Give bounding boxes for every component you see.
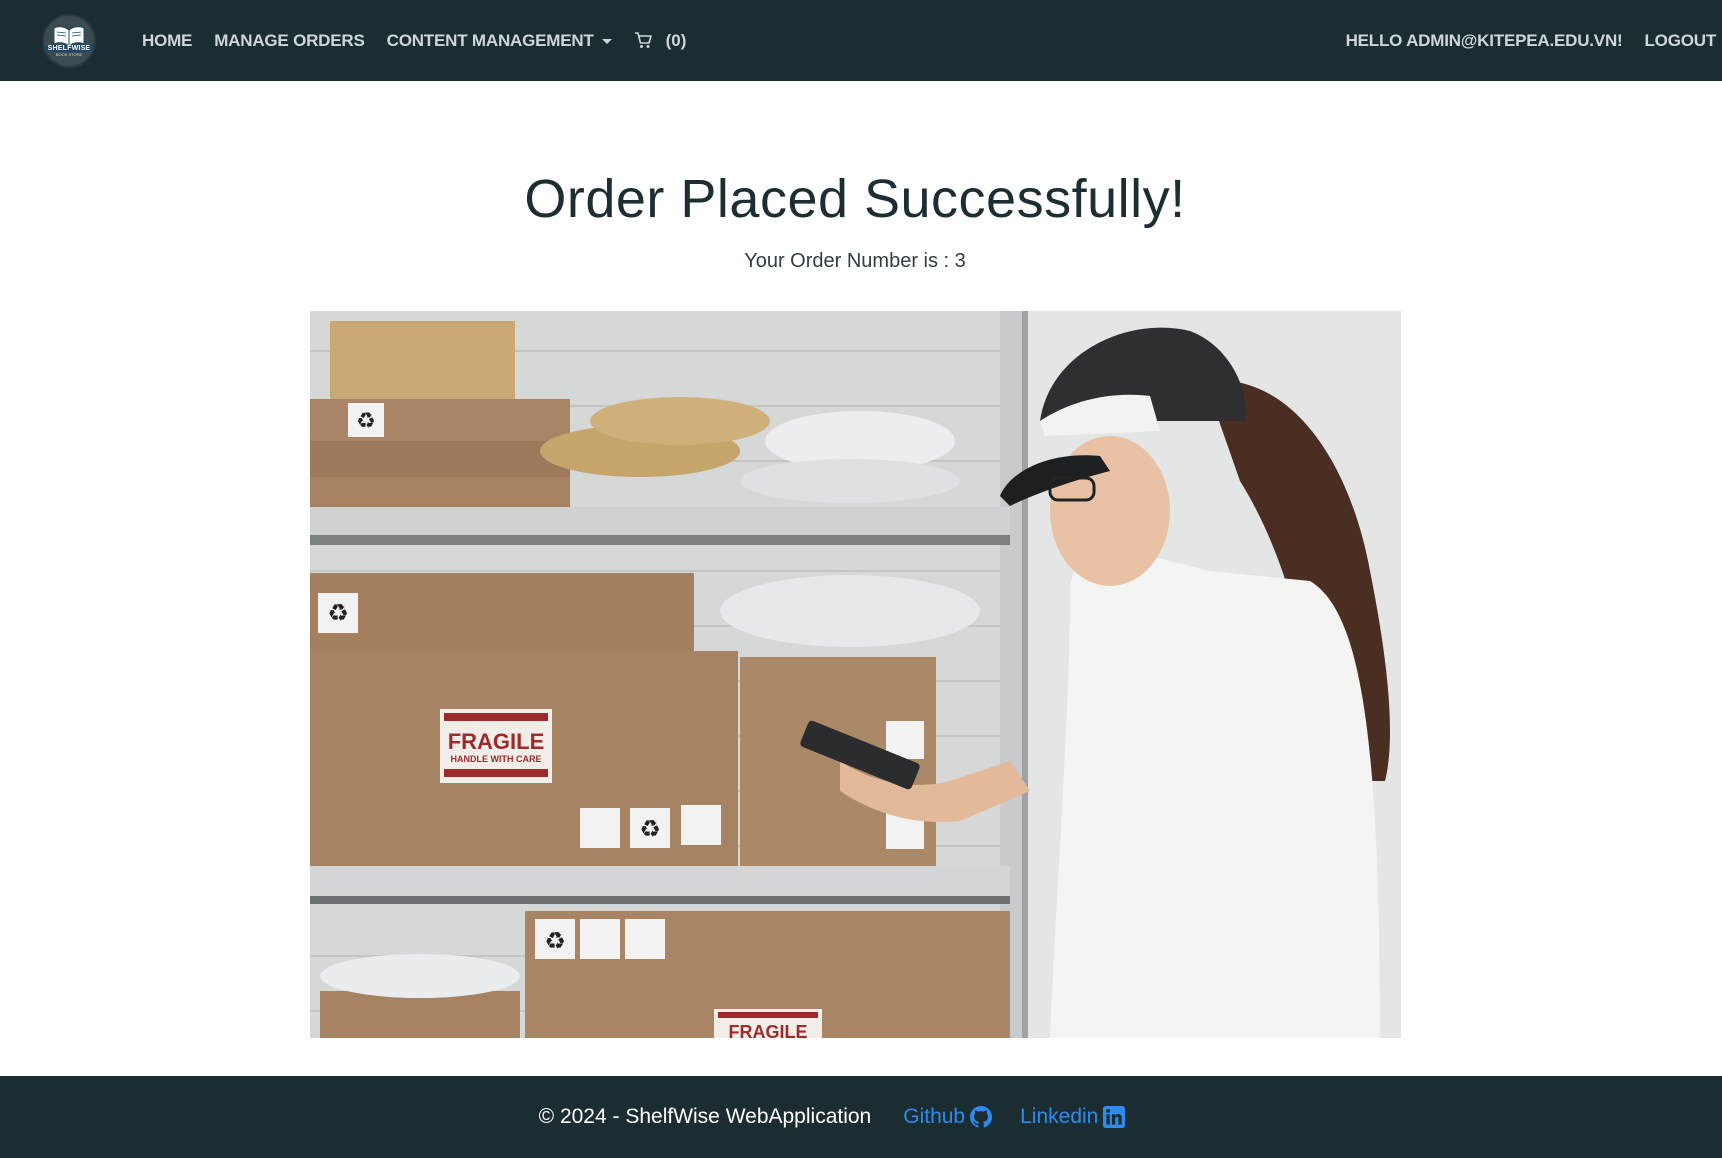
logout-link[interactable]: LOGOUT	[1644, 31, 1716, 51]
svg-text:♻: ♻	[544, 928, 566, 955]
shelfwise-logo[interactable]: SHELFWISE BOOK STORE	[38, 12, 100, 70]
linkedin-link[interactable]: Linkedin	[1020, 1105, 1126, 1129]
site-footer: © 2024 - ShelfWise WebApplication Github…	[0, 1076, 1722, 1158]
fragile-label: FRAGILE	[448, 729, 545, 754]
copyright-text: © 2024 - ShelfWise WebApplication	[538, 1105, 872, 1128]
nav-home-link[interactable]: HOME	[142, 31, 192, 51]
nav-manage-orders-link[interactable]: MANAGE ORDERS	[214, 31, 365, 51]
shopping-cart-icon	[634, 32, 652, 48]
github-label: Github	[903, 1105, 966, 1128]
page-title: Order Placed Successfully!	[524, 169, 1186, 229]
nav-links: HOME MANAGE ORDERS CONTENT MANAGEMENT (0…	[142, 0, 686, 81]
order-number-text: Your Order Number is : 3	[744, 250, 966, 272]
linkedin-label: Linkedin	[1020, 1105, 1099, 1128]
top-navbar: SHELFWISE BOOK STORE HOME MANAGE ORDERS …	[0, 0, 1722, 81]
fragile-label-bottom: FRAGILE	[729, 1022, 808, 1038]
svg-text:♻: ♻	[639, 816, 661, 843]
logo-subtext: BOOK STORE	[55, 52, 83, 57]
footer-content: © 2024 - ShelfWise WebApplication Github…	[539, 1105, 1154, 1129]
logo-badge: SHELFWISE BOOK STORE	[42, 14, 96, 68]
caret-down-icon	[601, 38, 612, 44]
warehouse-illustration: ♻ ♻ FRAGILE HANDLE WITH CARE ♻ ♻ FRAGILE	[310, 311, 1401, 1038]
logo-text: SHELFWISE	[44, 45, 94, 52]
open-book-icon	[53, 26, 85, 47]
github-link[interactable]: Github	[903, 1105, 993, 1129]
user-greeting[interactable]: HELLO ADMIN@KITEPEA.EDU.VN!	[1346, 31, 1623, 51]
svg-text:♻: ♻	[356, 408, 376, 433]
linkedin-icon	[1103, 1106, 1126, 1128]
nav-content-management-dropdown[interactable]: CONTENT MANAGEMENT	[387, 31, 612, 51]
handle-with-care-label: HANDLE WITH CARE	[451, 754, 542, 764]
cart-count: (0)	[665, 30, 687, 50]
content-management-label: CONTENT MANAGEMENT	[386, 30, 594, 50]
github-icon	[970, 1106, 993, 1128]
nav-user-area: HELLO ADMIN@KITEPEA.EDU.VN! LOGOUT	[1324, 0, 1717, 81]
cart-link[interactable]: (0)	[634, 30, 687, 51]
order-success-image: ♻ ♻ FRAGILE HANDLE WITH CARE ♻ ♻ FRAGILE	[310, 311, 1401, 1038]
svg-text:♻: ♻	[327, 600, 349, 627]
